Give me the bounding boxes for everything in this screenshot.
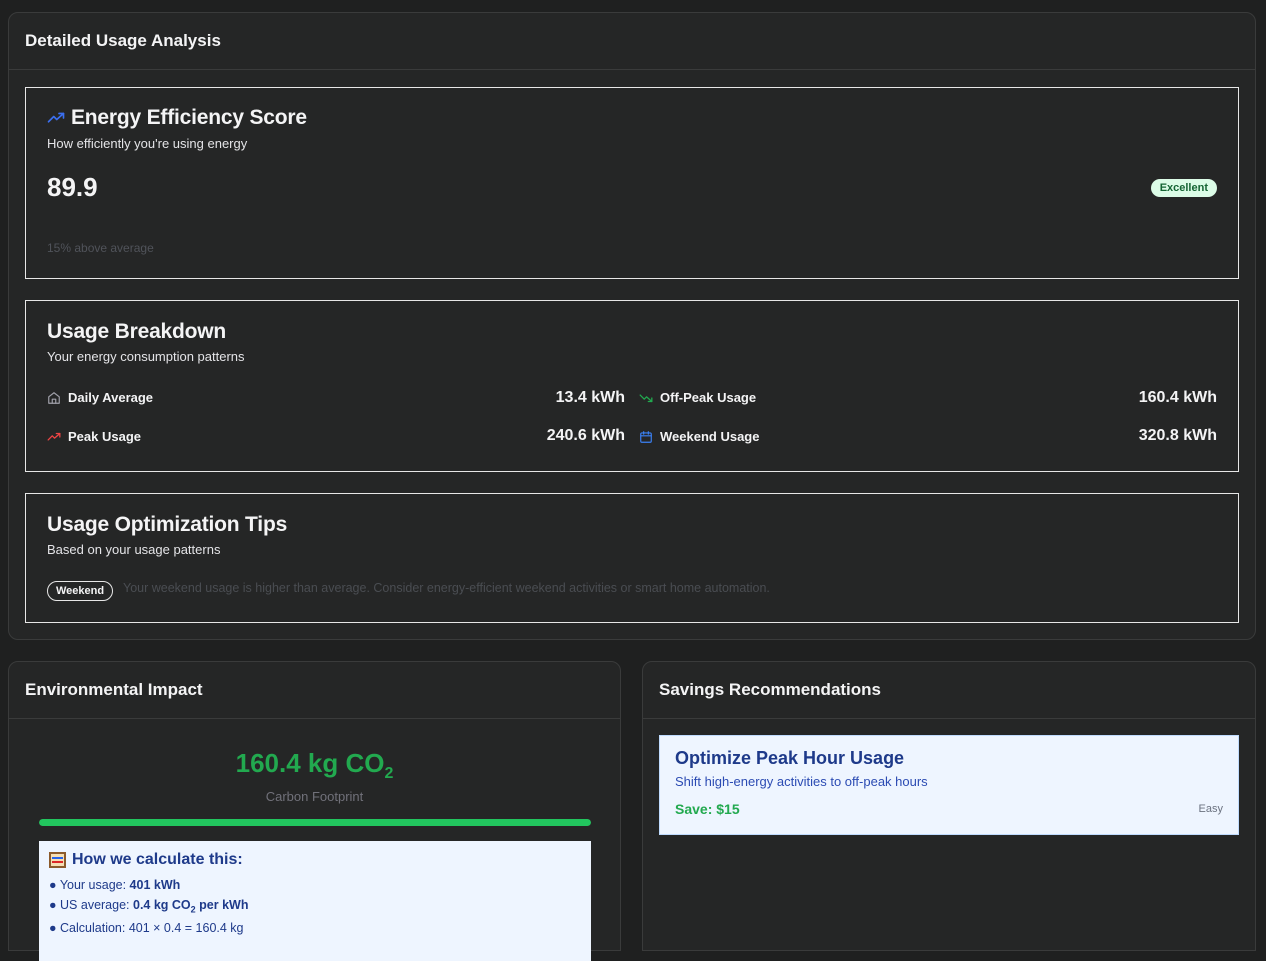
efficiency-title-row: Energy Efficiency Score xyxy=(47,106,307,130)
savings-panel: Savings Recommendations Optimize Peak Ho… xyxy=(642,661,1256,951)
calc-label: Calculation: 401 × 0.4 = 160.4 kg xyxy=(60,920,244,935)
panel-title: Detailed Usage Analysis xyxy=(9,13,1255,70)
weekend-usage-label: Weekend Usage xyxy=(660,429,760,444)
panel-title: Environmental Impact xyxy=(9,662,620,719)
tips-card: Usage Optimization Tips Based on your us… xyxy=(25,493,1239,623)
calc-label: Your usage: xyxy=(59,878,130,892)
tip-text: Your weekend usage is higher than averag… xyxy=(123,581,770,595)
efficiency-note: 15% above average xyxy=(47,241,154,255)
breakdown-card: Usage Breakdown Your energy consumption … xyxy=(25,300,1239,472)
efficiency-score: 89.9 xyxy=(47,172,98,202)
calc-label: US average: xyxy=(60,898,133,912)
daily-average-label-row: Daily Average xyxy=(47,390,153,405)
environmental-impact-panel: Environmental Impact 160.4 kg CO2 Carbon… xyxy=(8,661,621,961)
weekend-usage-label-row: Weekend Usage xyxy=(639,429,759,444)
efficiency-title: Energy Efficiency Score xyxy=(71,106,307,129)
home-icon xyxy=(47,391,61,405)
daily-average-value: 13.4 kWh xyxy=(555,389,625,406)
weekend-usage-value: 320.8 kWh xyxy=(1138,427,1217,444)
carbon-value-subscript: 2 xyxy=(384,765,394,783)
off-peak-value: 160.4 kWh xyxy=(1138,389,1217,406)
tips-subtitle: Based on your usage patterns xyxy=(47,542,221,557)
trending-up-icon xyxy=(47,430,61,444)
detailed-usage-panel: Detailed Usage Analysis Energy Efficienc… xyxy=(8,12,1256,640)
recommendation-difficulty: Easy xyxy=(1198,803,1223,815)
calculation-line-average: ● US average: 0.4 kg CO2 per kWh xyxy=(49,898,249,915)
carbon-label: Carbon Footprint xyxy=(265,789,364,804)
off-peak-label-row: Off-Peak Usage xyxy=(639,390,756,405)
calculation-line-usage: ● Your usage: 401 kWh xyxy=(49,878,181,892)
tips-title: Usage Optimization Tips xyxy=(47,513,288,536)
daily-average-label: Daily Average xyxy=(68,390,154,405)
trending-down-icon xyxy=(639,391,653,405)
tip-tag: Weekend xyxy=(47,581,114,601)
carbon-progress-fill xyxy=(39,819,591,826)
calculation-box: How we calculate this: ● Your usage: 401… xyxy=(39,841,591,961)
breakdown-subtitle: Your energy consumption patterns xyxy=(47,349,245,364)
calculation-title-row: How we calculate this: xyxy=(49,851,581,869)
recommendation-desc: Shift high-energy activities to off-peak… xyxy=(675,774,928,789)
carbon-value: 160.4 kg CO2 xyxy=(9,748,620,783)
breakdown-title: Usage Breakdown xyxy=(47,320,227,343)
status-badge: Excellent xyxy=(1150,179,1217,197)
efficiency-card: Energy Efficiency Score How efficiently … xyxy=(25,87,1239,279)
calc-value: 401 kWh xyxy=(129,878,181,892)
peak-usage-label: Peak Usage xyxy=(68,429,141,444)
calc-value: 0.4 kg CO xyxy=(133,898,191,912)
peak-usage-value: 240.6 kWh xyxy=(546,427,625,444)
panel-title: Savings Recommendations xyxy=(643,662,1255,719)
peak-usage-label-row: Peak Usage xyxy=(47,429,141,444)
calculation-title: How we calculate this: xyxy=(72,851,243,868)
efficiency-subtitle: How efficiently you're using energy xyxy=(47,136,248,151)
recommendation-title: Optimize Peak Hour Usage xyxy=(675,748,905,768)
calendar-icon xyxy=(639,430,653,444)
abacus-icon xyxy=(49,852,66,868)
carbon-value-text: 160.4 kg CO xyxy=(235,748,385,778)
carbon-progress-track xyxy=(39,819,591,826)
recommendation-save: Save: $15 xyxy=(675,801,740,817)
calc-tail: per kWh xyxy=(195,898,249,912)
recommendation-card[interactable]: Optimize Peak Hour Usage Shift high-ener… xyxy=(659,735,1239,835)
calculation-line-formula: ● Calculation: 401 × 0.4 = 160.4 kg xyxy=(49,920,244,935)
off-peak-label: Off-Peak Usage xyxy=(660,390,757,405)
trending-up-icon xyxy=(47,109,65,127)
